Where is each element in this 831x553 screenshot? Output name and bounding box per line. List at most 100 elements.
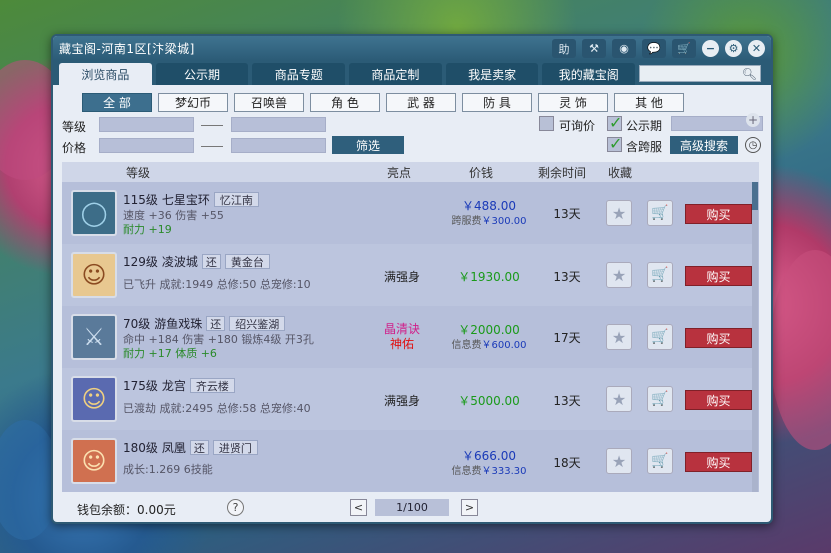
cart-icon[interactable]: 🛒: [647, 262, 673, 288]
item-level: 115级: [123, 193, 158, 207]
list-header: 等级 亮点 价钱 剩余时间 收藏: [62, 162, 759, 182]
category-other[interactable]: 其 他: [614, 93, 684, 112]
main-tabs: 浏览商品 公示期 商品专题 商品定制 我是卖家 我的藏宝阁 🔍︎: [53, 61, 771, 85]
settings-icon[interactable]: ⚙: [725, 40, 742, 57]
item-fee: 信息费￥600.00: [451, 340, 527, 351]
list-item[interactable]: ☺ 180级 凤凰 还 进贤门 成长:1.269 6技能 ￥666.00 信息费…: [62, 430, 758, 492]
buy-button[interactable]: 购买: [685, 328, 752, 348]
level-label: 等级: [62, 120, 87, 134]
advanced-search-button[interactable]: 高级搜索: [670, 136, 738, 154]
page-number: 1/100: [375, 499, 449, 516]
item-fee: 信息费￥333.30: [451, 466, 527, 477]
cross-server-checkbox[interactable]: [607, 134, 622, 153]
plus-icon[interactable]: +: [746, 113, 760, 127]
buy-button[interactable]: 购买: [685, 390, 752, 410]
item-name: 凤凰: [161, 441, 186, 455]
cart-icon[interactable]: 🛒: [647, 200, 673, 226]
return-tag: 还: [206, 316, 226, 331]
star-icon[interactable]: ★: [606, 386, 632, 412]
item-name: 七星宝环: [161, 193, 210, 207]
tab-custom[interactable]: 商品定制: [349, 63, 442, 85]
public-label: 公示期: [626, 119, 663, 133]
price-min-input[interactable]: [99, 138, 194, 153]
item-stats-2: 耐力 +19: [123, 223, 172, 236]
next-page-button[interactable]: >: [461, 499, 478, 516]
item-stats: 已渡劫 成就:2495 总修:58 总宠修:40: [123, 402, 311, 415]
column-favorite: 收藏: [608, 165, 633, 180]
category-pets[interactable]: 召唤兽: [234, 93, 304, 112]
cross-server-label: 含跨服: [626, 140, 663, 154]
list-item[interactable]: ☺ 175级 龙宫 齐云楼 已渡劫 成就:2495 总修:58 总宠修:40 满…: [62, 368, 758, 430]
record-icon[interactable]: ◉: [612, 39, 636, 58]
cart-icon[interactable]: 🛒: [647, 448, 673, 474]
star-icon[interactable]: ★: [606, 448, 632, 474]
item-price: ￥5000.00: [458, 394, 520, 408]
category-all[interactable]: 全 部: [82, 93, 152, 112]
list-item[interactable]: ◯ 115级 七星宝环 忆江南 速度 +36 伤害 +55 耐力 +19 ￥48…: [62, 182, 758, 244]
tab-browse[interactable]: 浏览商品: [59, 63, 152, 85]
negotiable-label: 可询价: [559, 119, 596, 133]
column-time-left[interactable]: 剩余时间: [538, 164, 586, 181]
item-highlight-2: 神佑: [389, 337, 414, 351]
list-item[interactable]: ☺ 129级 凌波城 还 黄金台 已飞升 成就:1949 总修:50 总宠修:1…: [62, 244, 758, 306]
title-bar: 藏宝阁-河南1区[汴梁城] 助 ⚒ ◉ 💬 🛒 − ⚙ ✕: [53, 36, 771, 61]
category-roles[interactable]: 角 色: [310, 93, 380, 112]
chat-icon[interactable]: 💬: [642, 39, 666, 58]
item-highlight: 满强身: [383, 270, 420, 284]
help-button[interactable]: 助: [552, 39, 576, 58]
item-time-left: 13天: [553, 207, 581, 221]
cart-icon[interactable]: 🛒: [647, 324, 673, 350]
level-min-input[interactable]: [99, 117, 194, 132]
category-bar: 全 部 梦幻币 召唤兽 角 色 武 器 防 具 灵 饰 其 他: [53, 85, 771, 112]
weapon-icon: ⚔: [71, 314, 117, 360]
star-icon[interactable]: ★: [606, 200, 632, 226]
prev-page-button[interactable]: <: [350, 499, 367, 516]
tab-topics[interactable]: 商品专题: [252, 63, 346, 85]
tab-seller[interactable]: 我是卖家: [445, 63, 539, 85]
scrollbar-thumb[interactable]: [752, 182, 758, 210]
clock-icon[interactable]: ◷: [745, 137, 761, 153]
item-price: ￥1930.00: [458, 270, 520, 284]
return-tag: 还: [189, 440, 209, 455]
item-fee: 跨服费￥300.00: [451, 216, 527, 227]
buy-button[interactable]: 购买: [685, 266, 752, 286]
search-icon[interactable]: 🔍︎: [742, 67, 757, 81]
buy-button[interactable]: 购买: [685, 204, 752, 224]
avatar: ☺: [71, 438, 117, 484]
item-name: 游鱼戏珠: [154, 317, 203, 331]
item-time-left: 18天: [553, 456, 581, 470]
wallet-balance: 钱包余额：0.00元: [77, 503, 176, 517]
search-input[interactable]: 🔍︎: [639, 65, 761, 82]
hammer-icon[interactable]: ⚒: [582, 39, 606, 58]
close-icon[interactable]: ✕: [748, 40, 765, 57]
cart-icon[interactable]: 🛒: [672, 39, 696, 58]
category-armor[interactable]: 防 具: [462, 93, 532, 112]
column-level[interactable]: 等级: [126, 164, 150, 181]
star-icon[interactable]: ★: [606, 262, 632, 288]
level-max-input[interactable]: [231, 117, 326, 132]
list-item[interactable]: ⚔ 70级 游鱼戏珠 还 绍兴鉴湖 命中 +184 伤害 +180 锻炼4级 开…: [62, 306, 758, 368]
minimize-icon[interactable]: −: [702, 40, 719, 57]
public-checkbox[interactable]: [607, 113, 622, 132]
scrollbar-track[interactable]: [752, 182, 758, 492]
filter-button[interactable]: 筛选: [332, 136, 404, 154]
item-list: ◯ 115级 七星宝环 忆江南 速度 +36 伤害 +55 耐力 +19 ￥48…: [62, 182, 759, 492]
column-price[interactable]: 价钱: [469, 164, 493, 181]
column-highlight: 亮点: [387, 165, 412, 180]
item-level: 180级: [123, 441, 158, 455]
help-icon[interactable]: ?: [227, 499, 244, 516]
buy-button[interactable]: 购买: [685, 452, 752, 472]
tab-public[interactable]: 公示期: [155, 63, 249, 85]
category-accessories[interactable]: 灵 饰: [538, 93, 608, 112]
item-level: 175级: [123, 379, 158, 393]
item-title: 70级 游鱼戏珠 还 绍兴鉴湖: [123, 315, 286, 332]
category-coins[interactable]: 梦幻币: [158, 93, 228, 112]
star-icon[interactable]: ★: [606, 324, 632, 350]
tab-my[interactable]: 我的藏宝阁: [542, 63, 636, 85]
avatar: ☺: [71, 376, 117, 422]
item-stats-2: 耐力 +17 体质 +6: [123, 347, 217, 360]
negotiable-checkbox[interactable]: [539, 116, 554, 131]
price-max-input[interactable]: [231, 138, 326, 153]
category-weapons[interactable]: 武 器: [386, 93, 456, 112]
cart-icon[interactable]: 🛒: [647, 386, 673, 412]
